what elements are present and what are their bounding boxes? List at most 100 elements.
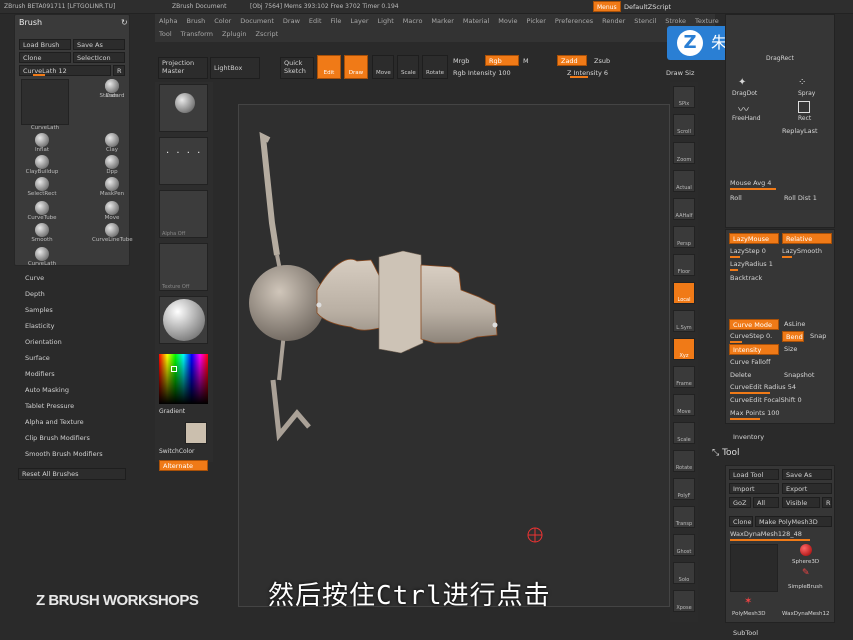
sphere3d-label[interactable]: Sphere3D (792, 559, 819, 565)
menu-movie[interactable]: Movie (498, 17, 517, 25)
export-button[interactable]: Export (782, 483, 832, 494)
menu-layer[interactable]: Layer (350, 17, 368, 25)
mrgb-button[interactable]: Mrgb (453, 57, 469, 65)
persp-icon[interactable]: Persp (673, 226, 695, 248)
menu-tool[interactable]: Tool (159, 30, 172, 38)
backtrack-button[interactable]: Backtrack (730, 274, 762, 282)
rotate-icon[interactable]: Rotate (673, 450, 695, 472)
brush-item[interactable]: Dam (93, 79, 133, 101)
lazy-radius-slider[interactable]: LazyRadius 1 (730, 260, 773, 268)
lathe-model[interactable] (249, 131, 498, 442)
brush-submenu-item[interactable]: Curve (14, 270, 134, 286)
reset-all-brushes-button[interactable]: Reset All Brushes (18, 468, 126, 480)
snapshot-button[interactable]: Snapshot (784, 371, 814, 379)
draw-mode-button[interactable]: Draw (344, 55, 368, 79)
menu-preferences[interactable]: Preferences (555, 17, 593, 25)
lazy-step-slider[interactable]: LazyStep 0 (730, 247, 766, 255)
zoom-icon[interactable]: Zoom (673, 142, 695, 164)
zsub-button[interactable]: Zsub (594, 57, 610, 65)
menu-marker[interactable]: Marker (431, 17, 453, 25)
scale-icon[interactable]: Scale (673, 422, 695, 444)
rect-icon[interactable] (798, 101, 810, 113)
subtool-header[interactable]: SubTool (733, 629, 758, 637)
local-icon[interactable]: Local (673, 282, 695, 304)
brush-submenu-item[interactable]: Modifiers (14, 366, 134, 382)
brush-submenu-item[interactable]: Samples (14, 302, 134, 318)
make-polymesh-button[interactable]: Make PolyMesh3D (755, 516, 832, 527)
menu-color[interactable]: Color (214, 17, 231, 25)
m-button[interactable]: M (523, 57, 529, 65)
select-icon-button[interactable]: SelectIcon (73, 52, 125, 63)
save-as-button[interactable]: Save As (73, 39, 125, 50)
menu-file[interactable]: File (331, 17, 342, 25)
menus-button[interactable]: Menus (593, 1, 621, 12)
delete-button[interactable]: Delete (730, 371, 751, 379)
spix-icon[interactable]: SPix (673, 86, 695, 108)
roll-button[interactable]: Roll (730, 194, 742, 202)
floor-icon[interactable]: Floor (673, 254, 695, 276)
menu-transform[interactable]: Transform (181, 30, 213, 38)
move-icon[interactable]: Move (673, 394, 695, 416)
rect-label[interactable]: Rect (798, 115, 811, 122)
gradient-label[interactable]: Gradient (159, 408, 185, 415)
brush-item[interactable]: CurveTube (23, 201, 63, 223)
polyf-icon[interactable]: PolyF (673, 478, 695, 500)
edit-mode-button[interactable]: Edit (317, 55, 341, 79)
brush-item[interactable]: MaskPen (93, 177, 133, 199)
lightbox-button[interactable]: LightBox (210, 57, 260, 79)
menu-alpha[interactable]: Alpha (159, 17, 177, 25)
goz-all-button[interactable]: All (753, 497, 779, 508)
tool-menu-header[interactable]: ⤡ Tool (712, 448, 740, 458)
asline-button[interactable]: AsLine (784, 320, 805, 328)
aahalf-icon[interactable]: AAHalf (673, 198, 695, 220)
curve-step-slider[interactable]: CurveStep 0. (730, 332, 772, 340)
lazy-smooth-slider[interactable]: LazySmooth (782, 247, 822, 255)
alpha-off-tile[interactable]: Alpha Off (159, 190, 208, 238)
brush-submenu-item[interactable]: Auto Masking (14, 382, 134, 398)
move-mode-button[interactable]: Move (372, 55, 394, 79)
draw-size-slider[interactable]: Draw Siz (666, 69, 694, 77)
restore-button[interactable]: R (113, 65, 125, 76)
size-button[interactable]: Size (784, 345, 797, 353)
replay-last-button[interactable]: ReplayLast (782, 127, 818, 135)
intensity-button[interactable]: Intensity (729, 344, 779, 355)
polymesh3d-label[interactable]: PolyMesh3D (732, 611, 765, 617)
curve-falloff-button[interactable]: Curve Falloff (730, 358, 770, 366)
brush-submenu-item[interactable]: Orientation (14, 334, 134, 350)
polymesh3d-icon[interactable]: ✶ (744, 596, 752, 607)
menu-macro[interactable]: Macro (403, 17, 423, 25)
xpose-icon[interactable]: Xpose (673, 590, 695, 612)
secondary-color-swatch[interactable] (185, 422, 207, 444)
lazy-mouse-button[interactable]: LazyMouse (729, 233, 779, 244)
current-tool-slider[interactable]: WaxDynaMesh128_48 (730, 530, 802, 538)
menu-stroke[interactable]: Stroke (665, 17, 686, 25)
waxdyna-thumb-label[interactable]: WaxDynaMesh12 (782, 611, 830, 617)
color-picker[interactable] (159, 354, 208, 404)
spray-icon[interactable]: ⁘ (798, 77, 806, 88)
current-tool-thumb[interactable] (730, 544, 778, 592)
solo-icon[interactable]: Solo (673, 562, 695, 584)
zadd-button[interactable]: Zadd (557, 55, 587, 66)
rgb-intensity-slider[interactable]: Rgb Intensity 100 (453, 69, 511, 77)
relative-button[interactable]: Relative (782, 233, 832, 244)
clone-button[interactable]: Clone (19, 52, 71, 63)
roll-dist-slider[interactable]: Roll Dist 1 (784, 194, 817, 202)
simplebrush-icon[interactable]: ✎ (802, 568, 810, 578)
brush-submenu-item[interactable]: Depth (14, 286, 134, 302)
menu-stencil[interactable]: Stencil (634, 17, 656, 25)
quick-sketch-button[interactable]: Quick Sketch (280, 57, 314, 79)
brush-item[interactable]: Clay (93, 133, 133, 155)
actual-icon[interactable]: Actual (673, 170, 695, 192)
model-viewport[interactable] (239, 105, 671, 608)
menu-texture[interactable]: Texture (695, 17, 719, 25)
snap-button[interactable]: Snap (810, 332, 826, 340)
load-tool-button[interactable]: Load Tool (729, 469, 779, 480)
scale-mode-button[interactable]: Scale (397, 55, 419, 79)
xyz-icon[interactable]: Xyz (673, 338, 695, 360)
simplebrush-label[interactable]: SimpleBrush (788, 584, 823, 590)
brush-item[interactable]: CurveLineTube (92, 223, 133, 245)
transp-icon[interactable]: Transp (673, 506, 695, 528)
bend-button[interactable]: Bend (782, 331, 804, 342)
curve-edit-radius-slider[interactable]: CurveEdit Radius 54 (730, 383, 796, 391)
brush-item[interactable]: CurveLath (23, 247, 63, 269)
